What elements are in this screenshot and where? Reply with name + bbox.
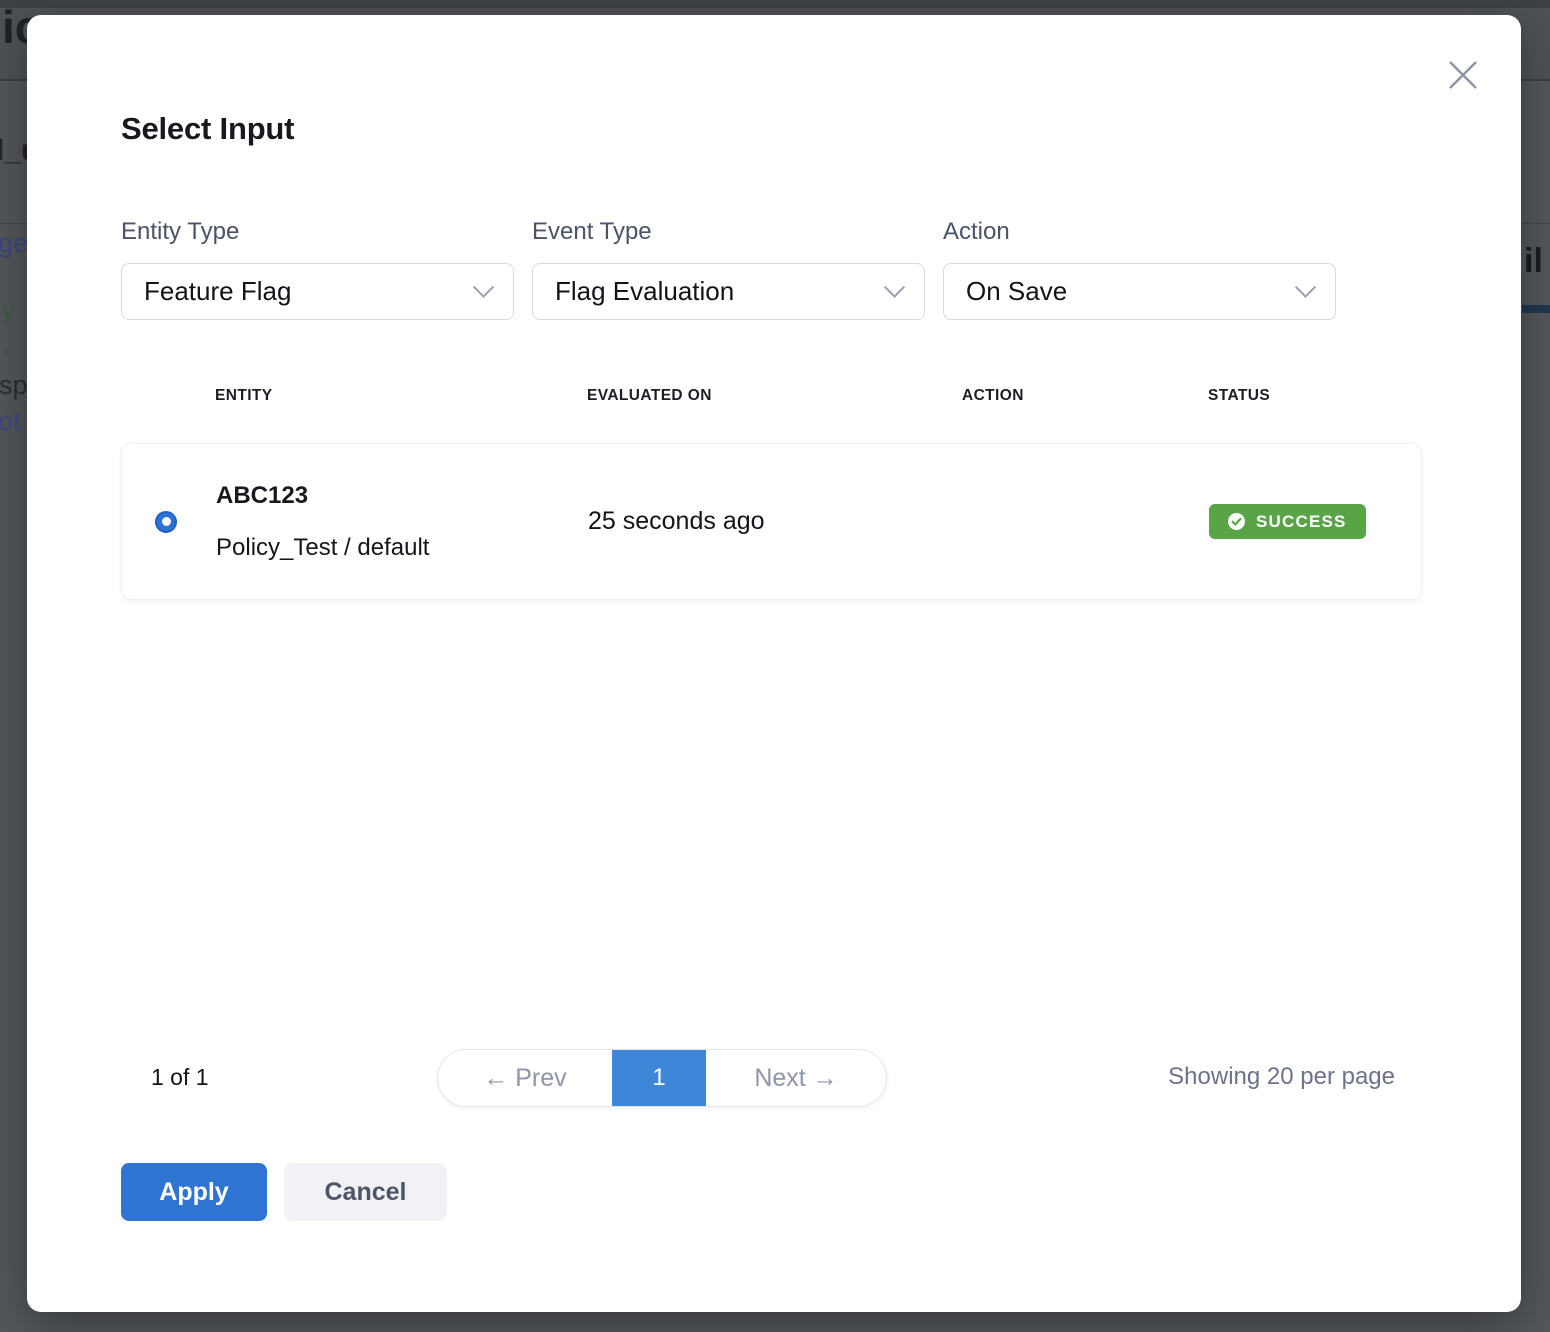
table-header-evaluated-on: EVALUATED ON	[587, 387, 962, 405]
entity-text: ABC123 Policy_Test / default	[216, 482, 429, 562]
filter-bar: Entity Type Feature Flag Event Type Flag…	[121, 218, 1336, 320]
prev-page-button[interactable]: ← Prev	[438, 1050, 612, 1106]
background-text-fragment: .	[2, 330, 10, 361]
per-page-label: Showing 20 per page	[1168, 1063, 1395, 1091]
action-filter: Action On Save	[943, 218, 1336, 320]
background-text-fragment: il	[1524, 242, 1543, 281]
status-badge-label: SUCCESS	[1256, 512, 1347, 532]
background-text-fragment: ge	[0, 228, 28, 259]
pagination-control: ← Prev 1 Next →	[437, 1049, 887, 1107]
chevron-down-icon	[1295, 277, 1316, 298]
table-header-entity: ENTITY	[121, 387, 587, 405]
pagination-summary: 1 of 1	[151, 1064, 209, 1091]
chevron-down-icon	[473, 277, 494, 298]
current-page-button[interactable]: 1	[612, 1050, 706, 1106]
chevron-down-icon	[884, 277, 905, 298]
status-cell: SUCCESS	[1209, 504, 1366, 539]
cancel-button[interactable]: Cancel	[284, 1163, 447, 1221]
select-input-modal: Select Input Entity Type Feature Flag Ev…	[27, 15, 1521, 1312]
event-type-label: Event Type	[532, 218, 925, 246]
background-window-top	[0, 0, 1550, 8]
event-type-value: Flag Evaluation	[555, 276, 734, 307]
row-radio-selected[interactable]	[155, 511, 177, 533]
page-title: Select Input	[121, 111, 294, 147]
entity-type-select[interactable]: Feature Flag	[121, 263, 514, 320]
entity-type-label: Entity Type	[121, 218, 514, 246]
background-text-fragment: y	[2, 294, 16, 325]
evaluated-on-cell: 25 seconds ago	[588, 507, 963, 536]
background-active-tab-indicator	[1522, 305, 1550, 313]
entity-cell: ABC123 Policy_Test / default	[122, 482, 588, 562]
check-circle-icon	[1228, 513, 1245, 530]
table-header-action: ACTION	[962, 387, 1208, 405]
background-text-fragment: sp	[0, 370, 28, 401]
close-icon[interactable]	[1447, 59, 1479, 91]
event-type-select[interactable]: Flag Evaluation	[532, 263, 925, 320]
action-label: Action	[943, 218, 1336, 246]
radio-dot	[162, 517, 171, 526]
action-value: On Save	[966, 276, 1067, 307]
entity-type-value: Feature Flag	[144, 276, 291, 307]
apply-button[interactable]: Apply	[121, 1163, 267, 1221]
entity-name: ABC123	[216, 482, 429, 510]
entity-detail: Policy_Test / default	[216, 534, 429, 562]
table-row[interactable]: ABC123 Policy_Test / default 25 seconds …	[121, 443, 1422, 600]
table-header-status: STATUS	[1208, 387, 1422, 405]
entity-type-filter: Entity Type Feature Flag	[121, 218, 514, 320]
action-select[interactable]: On Save	[943, 263, 1336, 320]
table-header-row: ENTITY EVALUATED ON ACTION STATUS	[121, 387, 1422, 405]
status-badge: SUCCESS	[1209, 504, 1366, 539]
next-page-button[interactable]: Next →	[706, 1050, 886, 1106]
background-text-fragment: ot	[0, 406, 21, 437]
event-type-filter: Event Type Flag Evaluation	[532, 218, 925, 320]
